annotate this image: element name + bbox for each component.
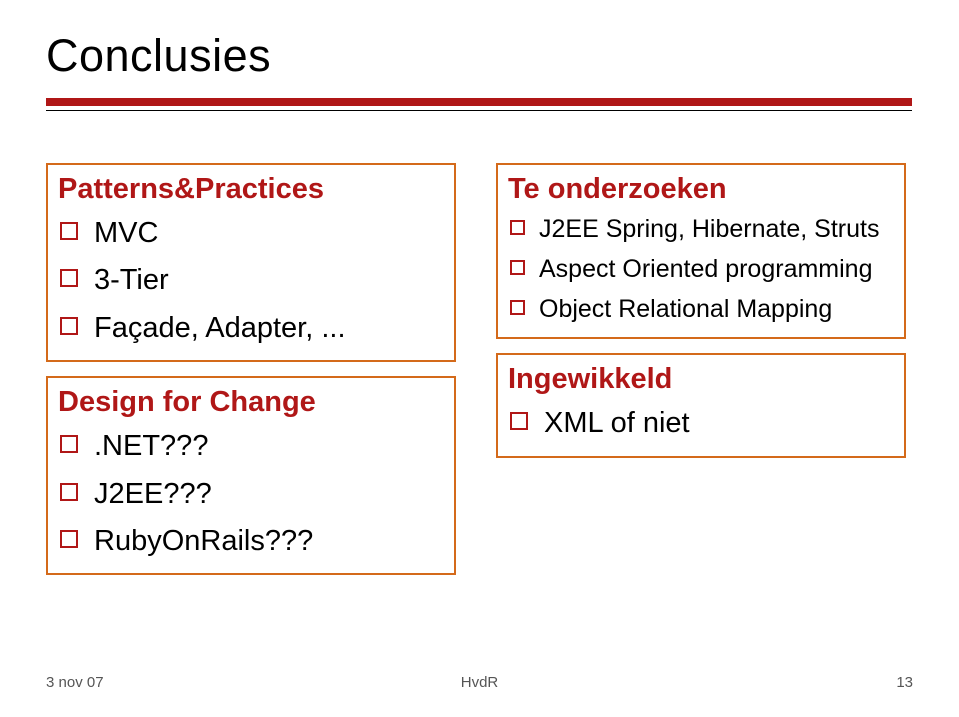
list-item-label: XML of niet [544, 400, 894, 446]
list-item-label: MVC [94, 210, 444, 256]
list-item: Object Relational Mapping [508, 290, 894, 329]
list-item: .NET??? [58, 423, 444, 469]
list-item-label: Object Relational Mapping [539, 290, 894, 329]
list-item: RubyOnRails??? [58, 518, 444, 564]
list-item: 3-Tier [58, 257, 444, 303]
square-bullet-icon [60, 530, 78, 548]
slide: Conclusies Patterns&Practices MVC3-TierFa… [0, 0, 959, 717]
list-item: XML of niet [508, 400, 894, 446]
square-bullet-icon [60, 222, 78, 240]
square-bullet-icon [60, 269, 78, 287]
column: Patterns&Practices MVC3-TierFaçade, Adapt… [46, 163, 456, 575]
square-bullet-icon [510, 300, 525, 315]
square-bullet-icon [510, 412, 528, 430]
square-bullet-icon [60, 317, 78, 335]
bullet-list: J2EE Spring, Hibernate, StrutsAspect Ori… [508, 210, 894, 328]
footer-date: 3 nov 07 [46, 674, 104, 691]
list-item: MVC [58, 210, 444, 256]
footer-page: 13 [896, 674, 913, 691]
group-box: Te onderzoeken J2EE Spring, Hibernate, St… [496, 163, 906, 339]
bullet-list: MVC3-TierFaçade, Adapter, ... [58, 210, 444, 351]
group-box: Design for Change .NET???J2EE???RubyOnRai… [46, 376, 456, 575]
list-item-label: RubyOnRails??? [94, 518, 444, 564]
list-item-label: Aspect Oriented programming [539, 250, 894, 289]
square-bullet-icon [510, 260, 525, 275]
slide-title: Conclusies [46, 30, 913, 82]
group-heading: Design for Change [58, 386, 444, 419]
list-item: J2EE??? [58, 471, 444, 517]
list-item-label: Façade, Adapter, ... [94, 305, 444, 351]
list-item-label: 3-Tier [94, 257, 444, 303]
list-item-label: J2EE??? [94, 471, 444, 517]
list-item: Aspect Oriented programming [508, 250, 894, 289]
bullet-list: XML of niet [508, 400, 894, 446]
footer-author: HvdR [461, 674, 499, 691]
list-item-label: J2EE Spring, Hibernate, Struts [539, 210, 894, 249]
group-box: Patterns&Practices MVC3-TierFaçade, Adapt… [46, 163, 456, 362]
list-item: Façade, Adapter, ... [58, 305, 444, 351]
square-bullet-icon [60, 483, 78, 501]
group-box: Ingewikkeld XML of niet [496, 353, 906, 457]
footer: 3 nov 07 HvdR 13 [46, 674, 913, 691]
list-item: J2EE Spring, Hibernate, Struts [508, 210, 894, 249]
title-rule [46, 98, 913, 111]
bullet-list: .NET???J2EE???RubyOnRails??? [58, 423, 444, 564]
square-bullet-icon [510, 220, 525, 235]
list-item-label: .NET??? [94, 423, 444, 469]
group-heading: Te onderzoeken [508, 173, 894, 206]
square-bullet-icon [60, 435, 78, 453]
group-heading: Ingewikkeld [508, 363, 894, 396]
column: Te onderzoeken J2EE Spring, Hibernate, St… [496, 163, 906, 458]
content-columns: Patterns&Practices MVC3-TierFaçade, Adapt… [46, 163, 913, 575]
group-heading: Patterns&Practices [58, 173, 444, 206]
